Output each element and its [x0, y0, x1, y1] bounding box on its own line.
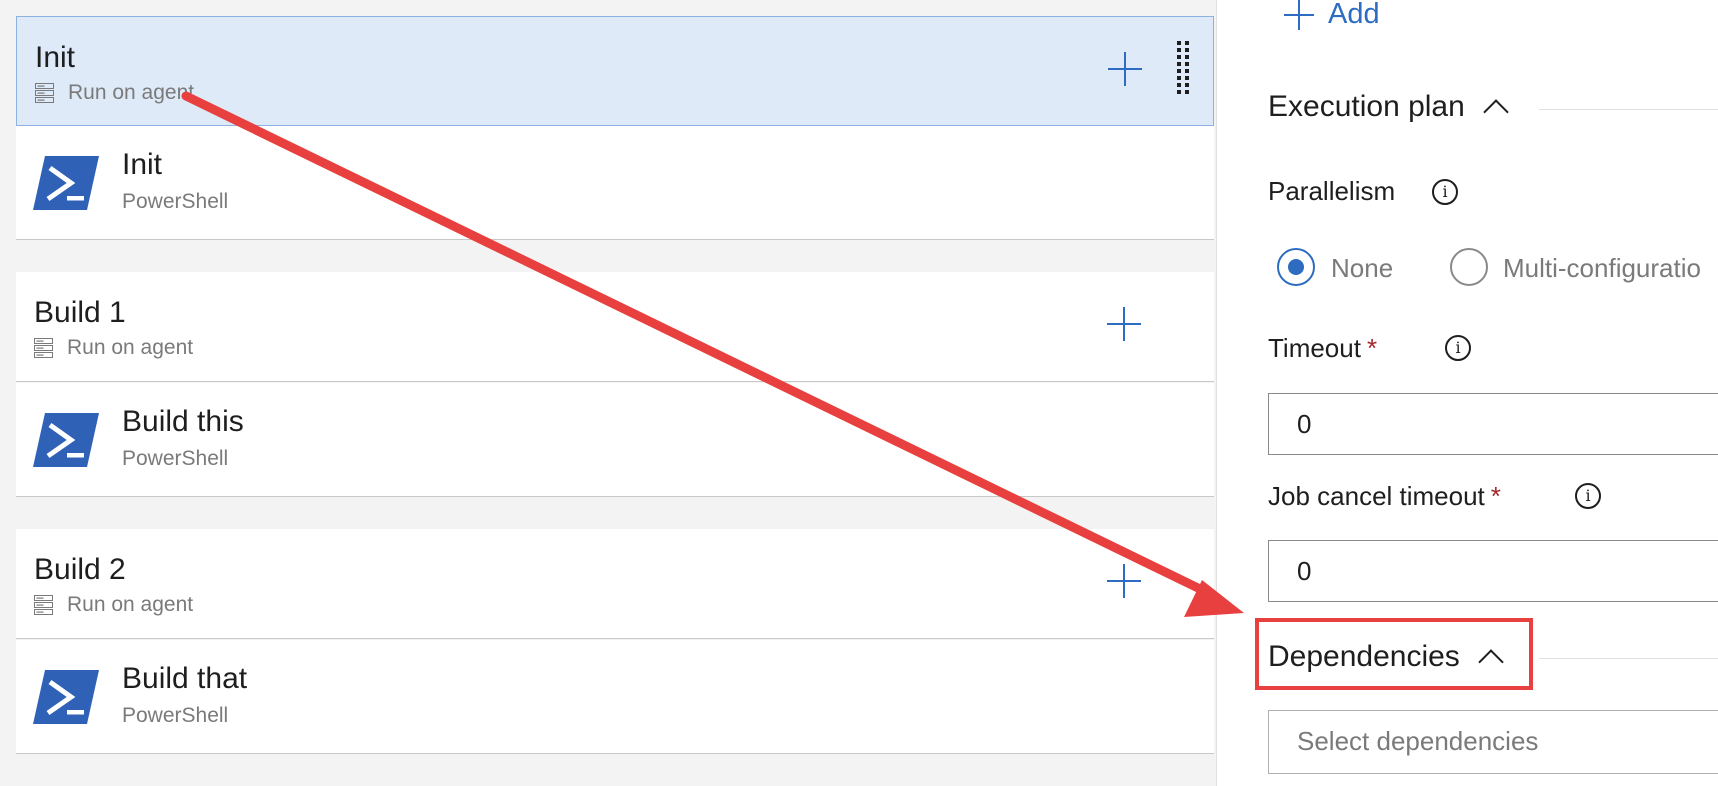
phase-title: Build 2: [34, 553, 126, 586]
add-link[interactable]: Add: [1284, 0, 1380, 31]
server-icon: [34, 595, 53, 615]
task-title: Init: [122, 148, 163, 181]
radio-none-label[interactable]: None: [1331, 253, 1393, 284]
phase-title: Init: [35, 41, 76, 74]
task-init[interactable]: Init PowerShell: [16, 126, 1214, 240]
task-build-that[interactable]: Build that PowerShell: [16, 640, 1214, 754]
server-icon: [35, 83, 54, 103]
dependencies-select[interactable]: Select dependencies: [1268, 710, 1718, 774]
section-divider: [1539, 109, 1718, 110]
task-build-this[interactable]: Build this PowerShell: [16, 383, 1214, 497]
info-icon[interactable]: i: [1575, 483, 1601, 509]
phase-build-1[interactable]: Build 1 Run on agent: [16, 272, 1214, 382]
dependencies-highlight-box: [1255, 618, 1533, 690]
powershell-icon: [33, 156, 99, 210]
task-subtitle: PowerShell: [122, 190, 229, 213]
drag-handle-icon[interactable]: [1174, 41, 1194, 97]
plus-icon: [1284, 0, 1314, 30]
info-icon[interactable]: i: [1445, 335, 1471, 361]
required-marker: *: [1366, 333, 1378, 363]
timeout-label: Timeout *: [1268, 333, 1377, 364]
powershell-icon: [33, 670, 99, 724]
powershell-icon: [33, 413, 99, 467]
job-cancel-timeout-label-text: Job cancel timeout: [1268, 481, 1485, 511]
radio-multi-configuration-label[interactable]: Multi-configuratio: [1503, 253, 1701, 284]
parallelism-label: Parallelism: [1268, 176, 1396, 206]
add-task-icon[interactable]: [1108, 52, 1142, 86]
task-subtitle: PowerShell: [122, 704, 229, 727]
add-task-icon[interactable]: [1107, 564, 1141, 598]
phase-subtitle: Run on agent: [68, 81, 195, 104]
job-cancel-timeout-label: Job cancel timeout *: [1268, 481, 1501, 512]
phase-title: Build 1: [34, 296, 126, 329]
phase-subtitle: Run on agent: [67, 336, 194, 359]
task-subtitle: PowerShell: [122, 447, 229, 470]
job-cancel-timeout-input[interactable]: 0: [1268, 540, 1718, 602]
info-icon[interactable]: i: [1432, 179, 1458, 205]
timeout-label-text: Timeout: [1268, 333, 1361, 363]
phase-build-2[interactable]: Build 2 Run on agent: [16, 529, 1214, 639]
section-divider: [1539, 658, 1718, 659]
phase-subtitle: Run on agent: [67, 593, 194, 616]
radio-multi-configuration[interactable]: [1450, 248, 1488, 286]
server-icon: [34, 338, 53, 358]
execution-plan-heading: Execution plan: [1268, 90, 1465, 123]
required-marker: *: [1490, 481, 1501, 511]
pipeline-phases-panel: Init Run on agent Init PowerShell Build …: [0, 0, 1216, 786]
timeout-input[interactable]: 0: [1268, 393, 1718, 455]
add-label: Add: [1328, 0, 1380, 30]
task-title: Build this: [122, 405, 244, 438]
phase-init[interactable]: Init Run on agent: [16, 16, 1214, 126]
radio-none[interactable]: [1277, 248, 1315, 286]
chevron-up-icon: [1483, 99, 1509, 125]
execution-plan-toggle[interactable]: Execution plan: [1268, 90, 1509, 125]
add-task-icon[interactable]: [1107, 307, 1141, 341]
task-title: Build that: [122, 662, 248, 695]
